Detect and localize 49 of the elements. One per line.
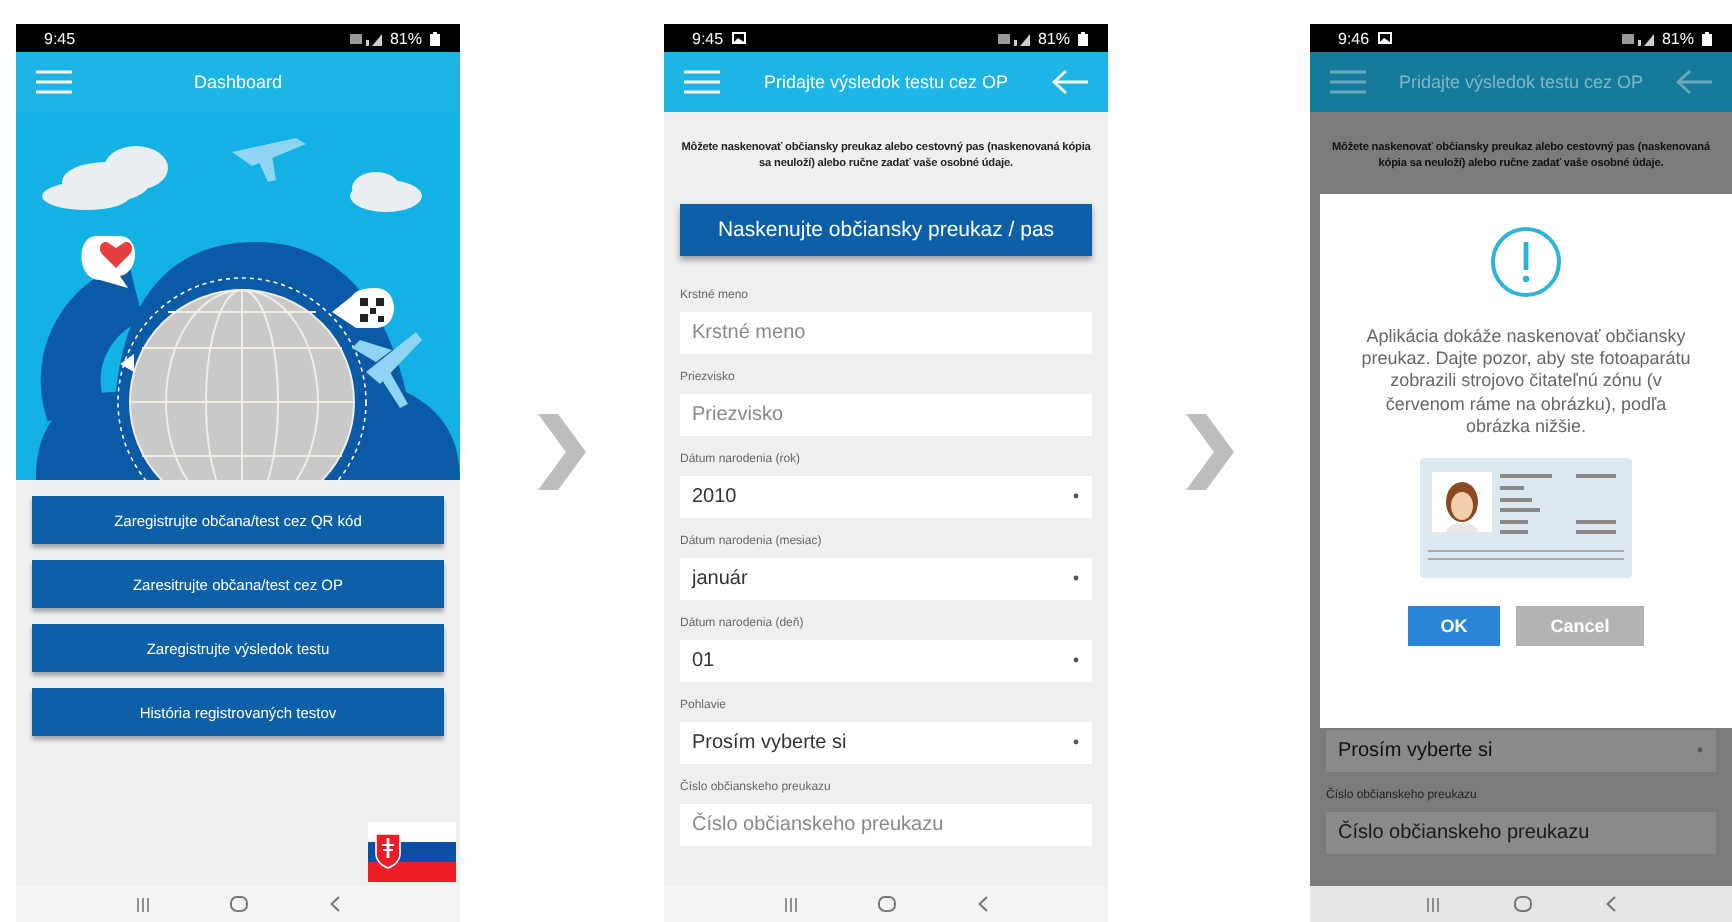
dialog-button[interactable]: OK — [1408, 606, 1500, 647]
back-icon[interactable] — [329, 896, 340, 912]
home-icon[interactable] — [1513, 896, 1532, 912]
screen-title: Pridajte výsledok testu cez OP — [761, 72, 1011, 92]
input-field[interactable]: Číslo občianskeho preukazu — [1326, 811, 1716, 854]
flag-icon[interactable] — [368, 822, 456, 882]
battery-icon — [430, 31, 440, 45]
menu-icon[interactable] — [684, 70, 720, 94]
battery-percentage: 81% — [389, 29, 422, 47]
clock-time: 9:46 — [1338, 29, 1370, 47]
back-arrow-icon[interactable] — [1052, 70, 1088, 94]
recent-apps-icon[interactable] — [136, 897, 151, 911]
menu-icon[interactable] — [36, 70, 72, 94]
recent-apps-icon[interactable] — [784, 897, 799, 911]
caret-icon — [1072, 492, 1080, 501]
dropdown-field[interactable]: Prosím vyberte si — [680, 721, 1092, 764]
back-arrow-icon[interactable] — [1676, 70, 1712, 94]
battery-percentage: 81% — [1037, 29, 1070, 47]
warning-icon — [1490, 225, 1562, 298]
screen-title: Pridajte výsledok testu cez OP — [1396, 72, 1646, 92]
caret-icon — [1072, 656, 1080, 665]
signal-icon — [349, 31, 382, 45]
dialog-message: Aplikácia dokáže naskenovať občiansky preukaz. Dajte pozor, aby ste fotoaparátu zobrazili strojovo čitateľnú zónu (v červenom ráme na obrázku), podľa obrázka nižšie. — [1359, 325, 1693, 439]
screen-title: Dashboard — [191, 72, 285, 92]
scan-button[interactable]: Naskenujte občiansky preukaz / pas — [680, 203, 1092, 256]
clock-time: 9:45 — [692, 29, 724, 47]
home-icon[interactable] — [878, 896, 897, 912]
clock-time: 9:45 — [44, 29, 76, 47]
dropdown-field[interactable]: 2010 — [680, 475, 1092, 518]
back-icon[interactable] — [977, 896, 988, 912]
input-field[interactable]: Priezvisko — [680, 393, 1092, 436]
back-icon[interactable] — [1605, 896, 1616, 912]
home-icon[interactable] — [230, 896, 249, 912]
battery-percentage: 81% — [1661, 29, 1694, 47]
battery-icon — [1078, 31, 1088, 45]
recent-apps-icon[interactable] — [1426, 897, 1441, 911]
caret-icon — [1072, 738, 1080, 747]
caret-icon — [1072, 574, 1080, 583]
chevron-right-icon — [538, 414, 586, 490]
dropdown-field[interactable]: Prosím vyberte si — [1326, 729, 1716, 772]
dropdown-field[interactable]: január — [680, 557, 1092, 600]
input-field[interactable]: Číslo občianskeho preukazu — [680, 803, 1092, 846]
signal-icon — [1621, 31, 1654, 45]
battery-icon — [1702, 31, 1712, 45]
signal-icon — [997, 31, 1030, 45]
input-field[interactable]: Krstné meno — [680, 311, 1092, 354]
dropdown-field[interactable]: 01 — [680, 639, 1092, 682]
menu-icon[interactable] — [1330, 70, 1366, 94]
chevron-right-icon — [1185, 414, 1233, 490]
